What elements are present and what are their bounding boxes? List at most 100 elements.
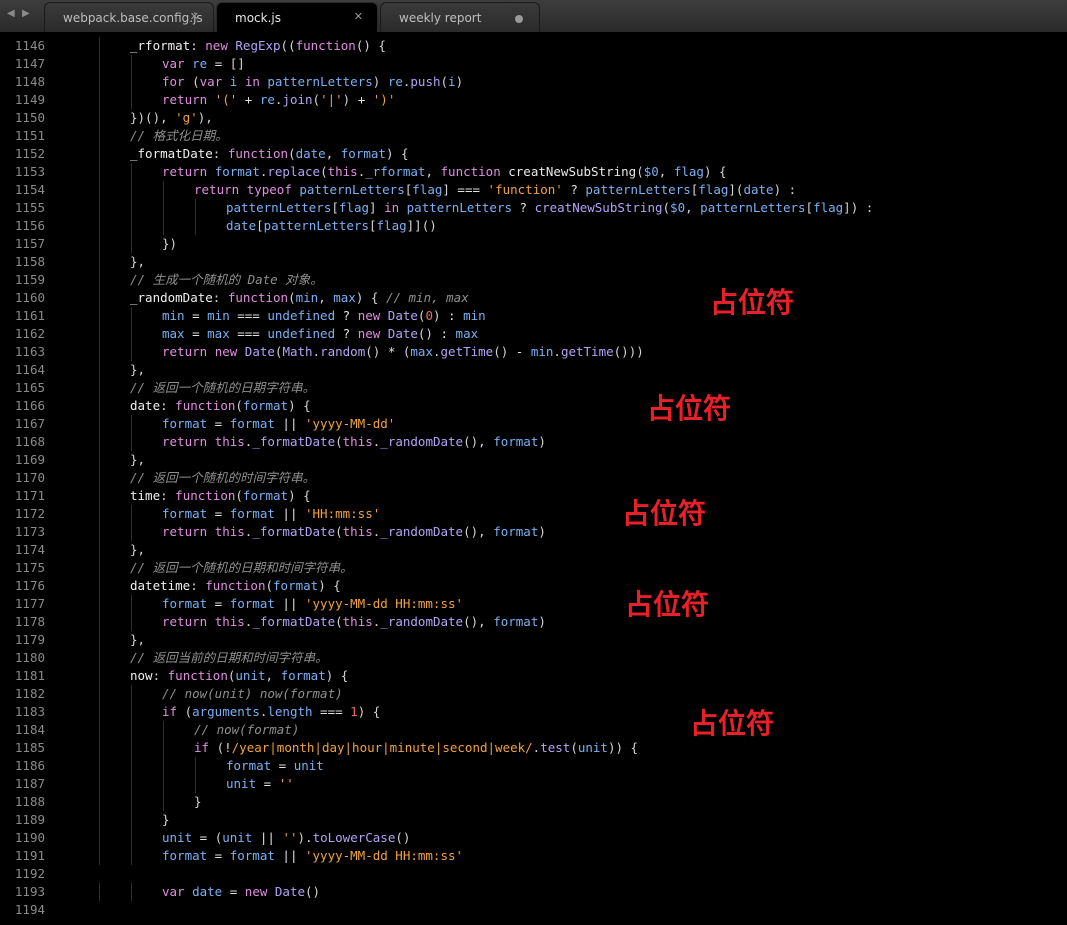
code-line[interactable]: format = format || 'HH:mm:ss'	[66, 505, 1066, 523]
indent-guide	[99, 685, 100, 703]
indent-guide	[99, 217, 100, 235]
code-line[interactable]: return '(' + re.join('|') + ')'	[66, 91, 1066, 109]
line-number: 1152	[14, 146, 45, 161]
code-line[interactable]: })	[66, 235, 1066, 253]
code-line[interactable]: },	[66, 451, 1066, 469]
code-line[interactable]: return format.replace(this._rformat, fun…	[66, 163, 1066, 181]
code-line[interactable]: format = unit	[66, 757, 1066, 775]
code-token: // min, max	[385, 290, 469, 305]
code-line[interactable]: format = format || 'yyyy-MM-dd HH:mm:ss'	[66, 847, 1066, 865]
code-line[interactable]: return typeof patternLetters[flag] === '…	[66, 181, 1066, 199]
code-line[interactable]: max = max === undefined ? new Date() : m…	[66, 325, 1066, 343]
code-line[interactable]: },	[66, 361, 1066, 379]
code-editor[interactable]: 1146 1147 1148 1149 1150 1151 1152 1153 1154 1155…	[0, 32, 1067, 925]
code-token: _randomDate	[380, 614, 464, 629]
code-token: now	[130, 668, 153, 683]
code-line[interactable]: // 返回一个随机的日期和时间字符串。	[66, 559, 1066, 577]
code-line[interactable]: // 返回当前的日期和时间字符串。	[66, 649, 1066, 667]
code-token: 'g'	[175, 110, 198, 125]
code-token: ,	[318, 290, 334, 305]
code-line[interactable]: unit = (unit || '').toLowerCase()	[66, 829, 1066, 847]
close-icon[interactable]: ✕	[354, 10, 363, 23]
code-token: _randomDate	[130, 290, 213, 305]
close-icon[interactable]: ✕	[190, 10, 199, 23]
code-line[interactable]: unit = ''	[66, 775, 1066, 793]
indent-guide	[99, 829, 100, 847]
tab-webpack-base-config[interactable]: webpack.base.config.js ✕	[44, 2, 214, 32]
code-line[interactable]: },	[66, 631, 1066, 649]
code-token: (	[440, 74, 449, 89]
line-number: 1168	[14, 434, 45, 449]
code-token: this	[342, 614, 373, 629]
code-line[interactable]: date: function(format) {	[66, 397, 1066, 415]
indent-guide	[99, 127, 100, 145]
code-line[interactable]: format = format || 'yyyy-MM-dd HH:mm:ss'	[66, 595, 1066, 613]
code-token: time	[130, 488, 161, 503]
arrow-right-icon[interactable]: ▶	[22, 8, 30, 19]
code-line[interactable]: // now(unit) now(format)	[66, 685, 1066, 703]
indent-guide	[131, 847, 132, 865]
tab-weekly-report[interactable]: weekly report	[380, 2, 540, 32]
code-line[interactable]: return this._formatDate(this._randomDate…	[66, 433, 1066, 451]
code-token: Date	[274, 884, 306, 899]
code-token: typeof	[246, 182, 300, 197]
code-line[interactable]	[66, 901, 1066, 919]
code-token: length	[267, 704, 313, 719]
code-line[interactable]: }	[66, 793, 1066, 811]
code-token: function	[175, 398, 236, 413]
code-token: [	[369, 218, 377, 233]
code-token: *	[380, 344, 403, 359]
indent-guide	[99, 667, 100, 685]
code-line[interactable]: _rformat: new RegExp((function() {	[66, 37, 1066, 55]
code-line[interactable]: var re = []	[66, 55, 1066, 73]
code-line[interactable]: for (var i in patternLetters) re.push(i)	[66, 73, 1066, 91]
code-line[interactable]	[66, 865, 1066, 883]
code-line[interactable]: },	[66, 541, 1066, 559]
code-token: undefined	[267, 308, 336, 323]
code-line[interactable]: return this._formatDate(this._randomDate…	[66, 613, 1066, 631]
line-number: 1190	[14, 830, 45, 845]
code-line[interactable]: // 返回一个随机的日期字符串。	[66, 379, 1066, 397]
unsaved-dot-icon[interactable]	[515, 15, 523, 23]
code-line[interactable]: if (arguments.length === 1) {	[66, 703, 1066, 721]
code-area[interactable]: _rformat: new RegExp((function() {var re…	[66, 32, 1066, 925]
code-token: ),	[197, 110, 213, 125]
arrow-left-icon[interactable]: ◀	[7, 8, 15, 19]
code-line[interactable]: // 生成一个随机的 Date 对象。	[66, 271, 1066, 289]
code-line[interactable]: patternLetters[flag] in patternLetters ?…	[66, 199, 1066, 217]
code-token: date	[743, 182, 774, 197]
code-token: [	[331, 200, 339, 215]
tab-mock-js[interactable]: mock.js ✕	[216, 2, 378, 32]
code-token: Math	[282, 344, 313, 359]
code-line[interactable]: _formatDate: function(date, format) {	[66, 145, 1066, 163]
code-line[interactable]: time: function(format) {	[66, 487, 1066, 505]
indent-guide	[99, 541, 100, 559]
code-line[interactable]: if (!/year|month|day|hour|minute|second|…	[66, 739, 1066, 757]
code-line[interactable]: _randomDate: function(min, max) { // min…	[66, 289, 1066, 307]
code-line[interactable]: datetime: function(format) {	[66, 577, 1066, 595]
code-line[interactable]: })(), 'g'),	[66, 109, 1066, 127]
code-line[interactable]: now: function(unit, format) {	[66, 667, 1066, 685]
code-line[interactable]: return new Date(Math.random() * (max.get…	[66, 343, 1066, 361]
code-line[interactable]: format = format || 'yyyy-MM-dd'	[66, 415, 1066, 433]
code-line[interactable]: // 返回一个随机的时间字符串。	[66, 469, 1066, 487]
line-number: 1179	[14, 632, 45, 647]
code-line[interactable]: min = min === undefined ? new Date(0) : …	[66, 307, 1066, 325]
code-token: max	[333, 290, 356, 305]
code-line[interactable]: // now(format)	[66, 721, 1066, 739]
line-number: 1159	[14, 272, 45, 287]
code-token: format	[273, 578, 319, 593]
code-line[interactable]: // 格式化日期。	[66, 127, 1066, 145]
indent-guide	[163, 739, 164, 757]
code-token: date	[295, 146, 326, 161]
code-line[interactable]: var date = new Date()	[66, 883, 1066, 901]
code-token: var	[199, 74, 230, 89]
code-line[interactable]: }	[66, 811, 1066, 829]
code-line[interactable]: return this._formatDate(this._randomDate…	[66, 523, 1066, 541]
indent-guide	[195, 775, 196, 793]
code-line[interactable]: date[patternLetters[flag]]()	[66, 217, 1066, 235]
code-token: join	[282, 92, 313, 107]
code-token: :	[190, 38, 206, 53]
code-token: flag	[813, 200, 844, 215]
code-line[interactable]: },	[66, 253, 1066, 271]
